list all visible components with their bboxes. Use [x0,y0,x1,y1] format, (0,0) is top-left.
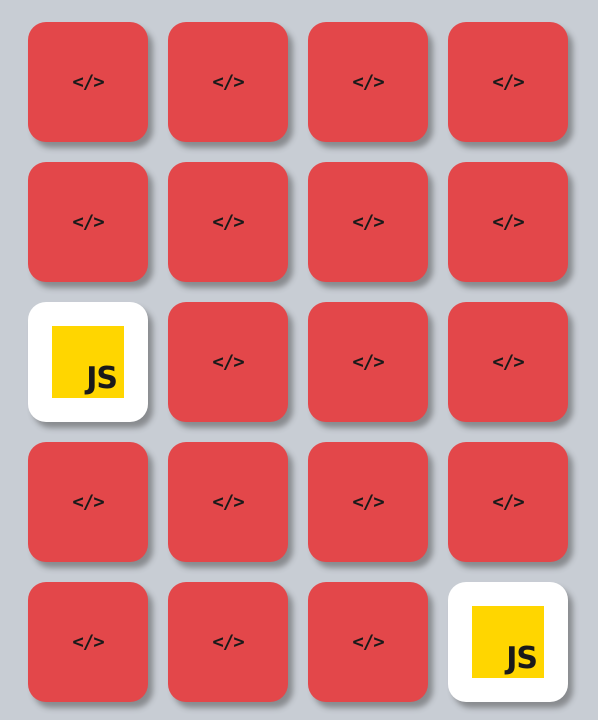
memory-game-board: </> </> </> </> </> </> </> </> JS </> </> </> </> </… [0,0,598,720]
memory-card-hidden[interactable]: </> [168,162,288,282]
code-icon: </> [352,350,384,373]
javascript-logo-icon: JS [472,606,544,678]
memory-card-hidden[interactable]: </> [168,22,288,142]
memory-card-hidden[interactable]: </> [168,582,288,702]
code-icon: </> [212,490,244,513]
code-icon: </> [212,70,244,93]
memory-card-hidden[interactable]: </> [28,162,148,282]
memory-card-hidden[interactable]: </> [448,302,568,422]
memory-card-revealed[interactable]: JS [448,582,568,702]
code-icon: </> [352,490,384,513]
code-icon: </> [212,630,244,653]
javascript-logo-icon: JS [52,326,124,398]
memory-card-hidden[interactable]: </> [308,302,428,422]
code-icon: </> [352,70,384,93]
code-icon: </> [72,630,104,653]
code-icon: </> [72,490,104,513]
memory-card-hidden[interactable]: </> [28,442,148,562]
code-icon: </> [492,210,524,233]
memory-card-revealed[interactable]: JS [28,302,148,422]
code-icon: </> [352,210,384,233]
memory-card-hidden[interactable]: </> [448,162,568,282]
memory-card-hidden[interactable]: </> [168,442,288,562]
memory-card-hidden[interactable]: </> [28,22,148,142]
memory-card-hidden[interactable]: </> [308,162,428,282]
card-grid: </> </> </> </> </> </> </> </> JS </> </> </> </> </… [28,22,568,702]
code-icon: </> [352,630,384,653]
memory-card-hidden[interactable]: </> [308,442,428,562]
code-icon: </> [212,350,244,373]
memory-card-hidden[interactable]: </> [168,302,288,422]
memory-card-hidden[interactable]: </> [28,582,148,702]
code-icon: </> [492,350,524,373]
memory-card-hidden[interactable]: </> [308,582,428,702]
code-icon: </> [212,210,244,233]
memory-card-hidden[interactable]: </> [448,22,568,142]
js-logo-text: JS [506,641,538,676]
memory-card-hidden[interactable]: </> [308,22,428,142]
memory-card-hidden[interactable]: </> [448,442,568,562]
code-icon: </> [492,70,524,93]
code-icon: </> [72,70,104,93]
code-icon: </> [72,210,104,233]
js-logo-text: JS [86,361,118,396]
code-icon: </> [492,490,524,513]
